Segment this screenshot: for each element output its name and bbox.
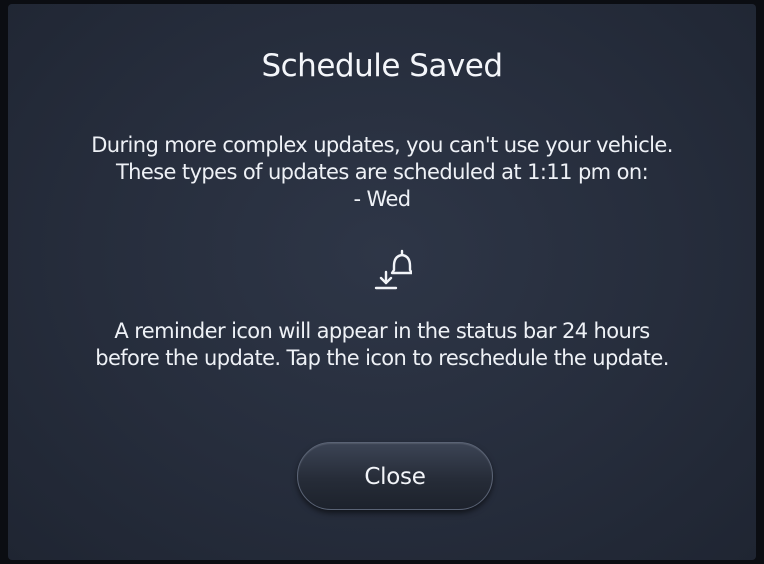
reminder-line: A reminder icon will appear in the statu… bbox=[114, 319, 650, 343]
reminder-message: A reminder icon will appear in the statu… bbox=[28, 318, 736, 372]
download-bell-icon bbox=[374, 249, 412, 290]
message-line: These types of updates are scheduled at … bbox=[115, 160, 649, 184]
close-button[interactable]: Close bbox=[297, 442, 493, 510]
infotainment-screen: Schedule Saved During more complex updat… bbox=[8, 4, 756, 560]
schedule-saved-dialog: Schedule Saved During more complex updat… bbox=[8, 4, 756, 560]
reminder-line: before the update. Tap the icon to resch… bbox=[95, 346, 669, 370]
dialog-title: Schedule Saved bbox=[261, 48, 503, 84]
message-line: During more complex updates, you can't u… bbox=[91, 133, 673, 157]
scheduled-day: - Wed bbox=[353, 187, 411, 211]
dialog-message: During more complex updates, you can't u… bbox=[28, 132, 736, 213]
